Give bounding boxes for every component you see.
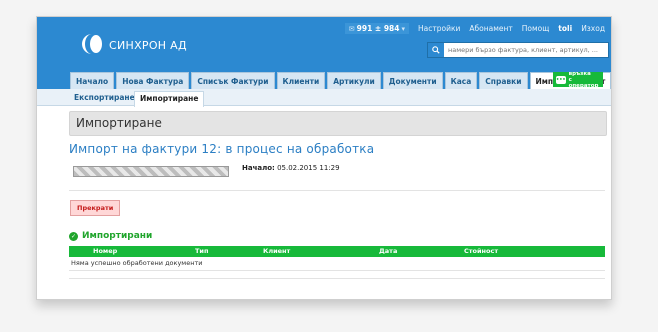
operator-chat-button[interactable]: ••• връзка с оператор <box>553 70 603 89</box>
stop-button[interactable]: Прекрати <box>70 200 121 216</box>
logo-icon <box>82 34 102 54</box>
page-title: Импортиране <box>76 116 162 130</box>
link-settings[interactable]: Настройки <box>418 24 460 33</box>
search-input[interactable] <box>444 44 602 56</box>
progress-bar <box>73 166 229 177</box>
tab-reports[interactable]: Справки <box>479 72 528 89</box>
tab-documents[interactable]: Документи <box>382 72 443 89</box>
col-type: Тип <box>195 247 209 255</box>
start-value: 05.02.2015 11:29 <box>277 164 340 172</box>
tab-cash[interactable]: Каса <box>444 72 478 89</box>
app-window: СИНХРОН АД ✉ 991 ± 984 ▾ Настройки Абона… <box>36 16 612 300</box>
imported-table: Номер Тип Клиент Дата Стойност Няма успе… <box>69 246 605 271</box>
counter-text: 991 ± 984 <box>356 24 400 33</box>
tab-clients[interactable]: Клиенти <box>276 72 326 89</box>
page-title-box: Импортиране <box>69 111 607 136</box>
operator-label: връзка с оператор <box>568 70 599 89</box>
link-help[interactable]: Помощ <box>522 24 550 33</box>
imported-title: Импортирани <box>82 231 153 241</box>
tab-new-invoice[interactable]: Нова Фактура <box>116 72 190 89</box>
search-icon[interactable] <box>428 43 444 57</box>
caret-down-icon: ▾ <box>401 24 405 33</box>
counter-widget[interactable]: ✉ 991 ± 984 ▾ <box>344 23 409 34</box>
imported-section-title: ✓ Импортирани <box>69 231 152 241</box>
col-client: Клиент <box>263 247 291 255</box>
divider <box>69 190 605 191</box>
start-info: Начало: 05.02.2015 11:29 <box>242 164 340 172</box>
search-box[interactable] <box>427 42 609 58</box>
start-label: Начало: <box>242 164 275 172</box>
user-name[interactable]: toli <box>558 24 572 33</box>
logout-link[interactable]: Изход <box>581 24 605 33</box>
tab-invoice-list[interactable]: Списък Фактури <box>191 72 275 89</box>
brand-name: СИНХРОН АД <box>109 39 187 52</box>
header: СИНХРОН АД ✉ 991 ± 984 ▾ Настройки Абона… <box>37 17 611 90</box>
top-bar: ✉ 991 ± 984 ▾ Настройки Абонамент Помощ … <box>344 23 605 34</box>
chat-icon: ••• <box>556 75 566 84</box>
divider <box>69 278 605 279</box>
tab-home[interactable]: Начало <box>70 72 115 89</box>
col-date: Дата <box>379 247 398 255</box>
col-value: Стойност <box>464 247 499 255</box>
mail-icon: ✉ <box>348 24 355 33</box>
import-heading: Импорт на фактури 12: в процес на обрабо… <box>69 142 375 156</box>
table-empty-row: Няма успешно обработени документи <box>69 257 605 271</box>
tab-articles[interactable]: Артикули <box>327 72 381 89</box>
check-icon: ✓ <box>69 231 78 241</box>
link-subscription[interactable]: Абонамент <box>469 24 512 33</box>
col-number: Номер <box>93 247 118 255</box>
main-tabs: Начало Нова Фактура Списък Фактури Клиен… <box>70 72 611 90</box>
table-header: Номер Тип Клиент Дата Стойност <box>69 246 605 257</box>
subtab-export[interactable]: Експортиране <box>69 91 140 104</box>
subtab-import[interactable]: Импортиране <box>134 91 205 107</box>
sub-tabs: Експортиране Импортиране <box>37 89 611 107</box>
